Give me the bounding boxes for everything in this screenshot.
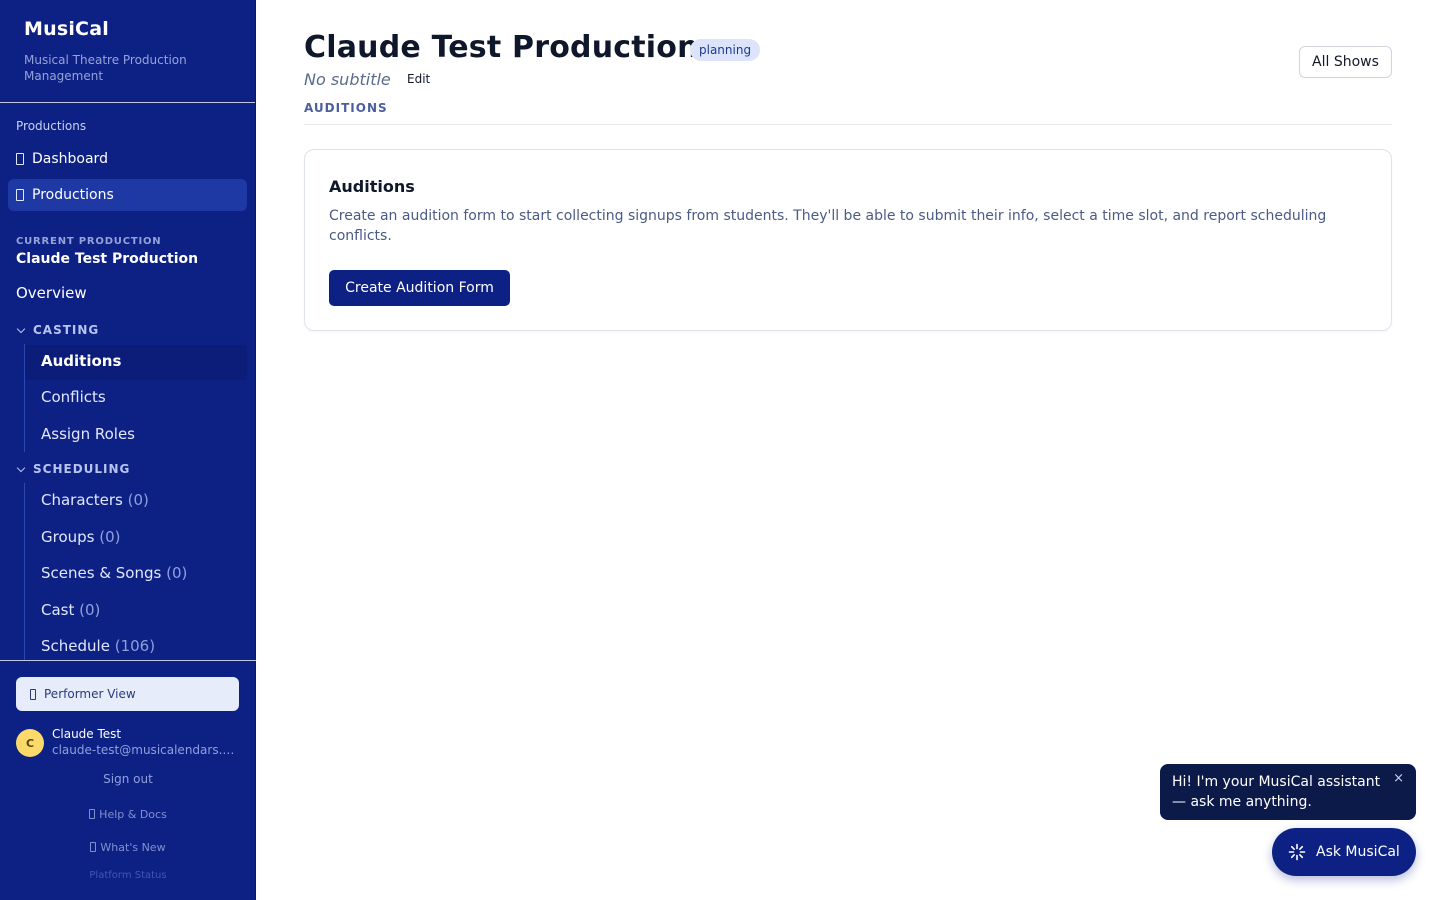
- sidebar-divider: [0, 660, 256, 661]
- chevron-down-icon: [16, 463, 26, 472]
- scheduling-group-toggle[interactable]: SCHEDULING: [16, 462, 130, 476]
- sidebar-item-label: Scenes & Songs: [41, 564, 162, 582]
- item-count: (0): [99, 528, 121, 546]
- assistant-tooltip: Hi! I'm your MusiCal assistant — ask me …: [1160, 764, 1416, 820]
- sidebar-item-productions[interactable]: Productions: [8, 179, 247, 211]
- brand: MusiCal Musical Theatre Production Manag…: [0, 0, 255, 103]
- sidebar-item-conflicts[interactable]: Conflicts: [41, 388, 106, 406]
- item-count: (0): [127, 491, 149, 509]
- card-description: Create an audition form to start collect…: [329, 208, 1327, 244]
- platform-status-link[interactable]: Platform Status: [0, 870, 256, 881]
- scheduling-heading: SCHEDULING: [33, 462, 131, 476]
- chevron-down-icon: [16, 324, 26, 333]
- sidebar-item-label: Cast: [41, 601, 75, 619]
- ask-musical-button[interactable]: Ask MusiCal: [1272, 828, 1416, 876]
- sidebar-item-label: Schedule: [41, 637, 110, 655]
- sidebar: MusiCal Musical Theatre Production Manag…: [0, 0, 256, 900]
- whats-new-link[interactable]: What's New: [0, 841, 256, 854]
- current-production-label: CURRENT PRODUCTION: [16, 236, 162, 247]
- close-icon[interactable]: ×: [1393, 769, 1404, 789]
- sidebar-item-schedule[interactable]: Schedule (106): [41, 637, 155, 655]
- sidebar-item-assign-roles[interactable]: Assign Roles: [41, 425, 135, 443]
- sidebar-item-cast[interactable]: Cast (0): [41, 601, 100, 619]
- tab-auditions[interactable]: AUDITIONS: [304, 101, 388, 115]
- assistant-tooltip-text: Hi! I'm your MusiCal assistant — ask me …: [1172, 774, 1381, 810]
- item-count: (0): [166, 564, 188, 582]
- user-email: claude-test@musicalendars.com: [52, 743, 238, 757]
- help-docs-label: Help & Docs: [99, 808, 167, 821]
- status-badge: planning: [690, 39, 761, 61]
- avatar: C: [16, 729, 44, 757]
- all-shows-button[interactable]: All Shows: [1299, 46, 1392, 78]
- help-docs-link[interactable]: Help & Docs: [0, 808, 256, 821]
- sidebar-item-label: Groups: [41, 528, 95, 546]
- ask-musical-label: Ask MusiCal: [1316, 844, 1400, 860]
- item-count: (0): [79, 601, 101, 619]
- performer-view-button[interactable]: Performer View: [16, 677, 239, 711]
- phone-icon: [30, 688, 36, 700]
- header-divider: [304, 124, 1392, 125]
- item-count: (106): [114, 637, 156, 655]
- sidebar-item-label: Characters: [41, 491, 123, 509]
- scheduling-group-line: [24, 483, 25, 660]
- user-name: Claude Test: [52, 727, 122, 741]
- casting-group-toggle[interactable]: CASTING: [16, 323, 99, 337]
- sidebar-item-label: Dashboard: [32, 151, 108, 167]
- casting-heading: CASTING: [33, 323, 100, 337]
- sidebar-item-overview[interactable]: Overview: [16, 284, 87, 302]
- dashboard-icon: [16, 153, 24, 165]
- brand-title[interactable]: MusiCal: [24, 18, 231, 40]
- sidebar-item-groups[interactable]: Groups (0): [41, 528, 121, 546]
- edit-subtitle-button[interactable]: Edit: [407, 72, 430, 86]
- performer-view-label: Performer View: [44, 687, 136, 701]
- sidebar-item-dashboard[interactable]: Dashboard: [8, 143, 247, 175]
- card-title: Auditions: [329, 177, 415, 196]
- page-title: Claude Test Production: [304, 30, 699, 65]
- sidebar-item-scenes-songs[interactable]: Scenes & Songs (0): [41, 564, 187, 582]
- whats-new-label: What's New: [100, 841, 166, 854]
- nav-section-label: Productions: [16, 119, 87, 133]
- productions-icon: [16, 189, 24, 201]
- sparkle-icon: [1288, 843, 1306, 861]
- auditions-card: Auditions Create an audition form to sta…: [304, 149, 1392, 331]
- production-subtitle: No subtitle: [304, 70, 391, 89]
- brand-subtitle: Musical Theatre Production Management: [24, 53, 187, 83]
- sign-out-link[interactable]: Sign out: [0, 772, 256, 786]
- gift-icon: [90, 842, 97, 852]
- create-audition-form-button[interactable]: Create Audition Form: [329, 270, 510, 306]
- book-icon: [89, 809, 96, 819]
- sidebar-item-label: Productions: [32, 187, 114, 203]
- sidebar-item-auditions[interactable]: Auditions: [41, 352, 121, 370]
- sidebar-item-characters[interactable]: Characters (0): [41, 491, 149, 509]
- current-production-name: Claude Test Production: [16, 251, 199, 267]
